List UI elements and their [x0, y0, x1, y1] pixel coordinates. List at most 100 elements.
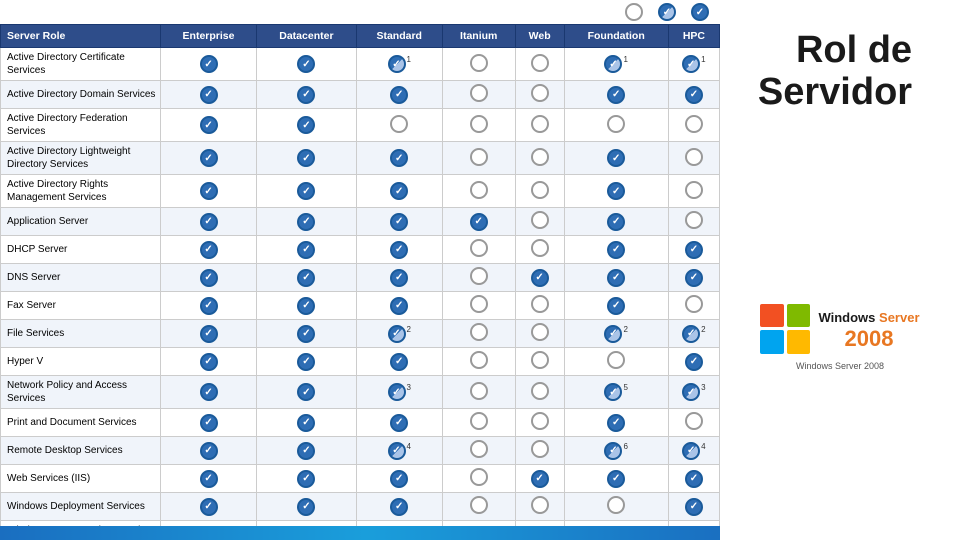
cell-standard: [356, 208, 442, 236]
col-web: Web: [515, 25, 564, 48]
cell-enterprise: [161, 109, 257, 142]
table-header-row: Server Role Enterprise Datacenter Standa…: [1, 25, 720, 48]
cell-standard: 4: [356, 437, 442, 465]
cell-itanium: [442, 175, 515, 208]
cell-itanium: [442, 142, 515, 175]
cell-datacenter: [257, 348, 357, 376]
cell-standard: [356, 109, 442, 142]
cell-enterprise: [161, 264, 257, 292]
cell-foundation: [564, 208, 668, 236]
cell-itanium: [442, 264, 515, 292]
col-hpc: HPC: [668, 25, 719, 48]
cell-foundation: 2: [564, 320, 668, 348]
cell-role: Active Directory Rights Management Servi…: [1, 175, 161, 208]
table-row: Hyper V: [1, 348, 720, 376]
table-row: File Services222: [1, 320, 720, 348]
cell-enterprise: [161, 236, 257, 264]
right-section: Rol de Servidor Windows Server 2008 W: [720, 0, 960, 540]
cell-web: [515, 437, 564, 465]
cell-standard: [356, 348, 442, 376]
cell-foundation: [564, 493, 668, 521]
col-server-role: Server Role: [1, 25, 161, 48]
table-row: Remote Desktop Services464: [1, 437, 720, 465]
cell-web: [515, 493, 564, 521]
cell-web: [515, 376, 564, 409]
cell-standard: [356, 81, 442, 109]
table-row: Active Directory Lightweight Directory S…: [1, 142, 720, 175]
table-row: Active Directory Certificate Services111: [1, 48, 720, 81]
cell-enterprise: [161, 48, 257, 81]
cell-itanium: [442, 465, 515, 493]
key-partial-icon: [658, 3, 676, 21]
cell-datacenter: [257, 264, 357, 292]
cell-role: Hyper V: [1, 348, 161, 376]
cell-role: Web Services (IIS): [1, 465, 161, 493]
cell-web: [515, 409, 564, 437]
cell-role: Active Directory Federation Services: [1, 109, 161, 142]
cell-itanium: [442, 48, 515, 81]
cell-hpc: [668, 493, 719, 521]
cell-standard: [356, 465, 442, 493]
cell-hpc: [668, 264, 719, 292]
cell-web: [515, 175, 564, 208]
table-row: DNS Server: [1, 264, 720, 292]
cell-datacenter: [257, 142, 357, 175]
cell-itanium: [442, 348, 515, 376]
cell-foundation: 5: [564, 376, 668, 409]
cell-web: [515, 109, 564, 142]
cell-datacenter: [257, 437, 357, 465]
cell-foundation: [564, 142, 668, 175]
cell-role: Active Directory Lightweight Directory S…: [1, 142, 161, 175]
cell-datacenter: [257, 493, 357, 521]
key-not-available: [625, 3, 646, 21]
col-standard: Standard: [356, 25, 442, 48]
key-partial: [658, 3, 679, 21]
cell-datacenter: [257, 236, 357, 264]
cell-hpc: [668, 81, 719, 109]
windows-name: Windows: [818, 310, 875, 325]
cell-itanium: [442, 320, 515, 348]
cell-hpc: [668, 236, 719, 264]
cell-web: [515, 264, 564, 292]
cell-datacenter: [257, 48, 357, 81]
cell-hpc: [668, 348, 719, 376]
windows-logo: Windows Server 2008 Windows Server 2008: [750, 294, 929, 381]
cell-hpc: 2: [668, 320, 719, 348]
cell-standard: [356, 264, 442, 292]
cell-itanium: [442, 409, 515, 437]
cell-enterprise: [161, 437, 257, 465]
cell-foundation: [564, 109, 668, 142]
cell-foundation: [564, 236, 668, 264]
cell-web: [515, 348, 564, 376]
cell-web: [515, 292, 564, 320]
cell-role: DNS Server: [1, 264, 161, 292]
server-label: Server: [879, 310, 919, 325]
cell-itanium: [442, 292, 515, 320]
table-row: Network Policy and Access Services353: [1, 376, 720, 409]
cell-web: [515, 48, 564, 81]
col-foundation: Foundation: [564, 25, 668, 48]
table-row: Active Directory Domain Services: [1, 81, 720, 109]
cell-enterprise: [161, 465, 257, 493]
cell-role: Application Server: [1, 208, 161, 236]
key-full: [691, 3, 712, 21]
cell-itanium: [442, 437, 515, 465]
table-row: Active Directory Federation Services: [1, 109, 720, 142]
cell-foundation: 6: [564, 437, 668, 465]
cell-standard: [356, 409, 442, 437]
table-row: Print and Document Services: [1, 409, 720, 437]
cell-web: [515, 236, 564, 264]
cell-datacenter: [257, 465, 357, 493]
key-full-icon: [691, 3, 709, 21]
col-itanium: Itanium: [442, 25, 515, 48]
cell-enterprise: [161, 409, 257, 437]
table-row: Active Directory Rights Management Servi…: [1, 175, 720, 208]
cell-web: [515, 320, 564, 348]
cell-role: Active Directory Certificate Services: [1, 48, 161, 81]
cell-standard: [356, 142, 442, 175]
cell-enterprise: [161, 292, 257, 320]
table-row: Windows Deployment Services: [1, 493, 720, 521]
cell-itanium: [442, 236, 515, 264]
server-roles-table: Server Role Enterprise Datacenter Standa…: [0, 24, 720, 540]
cell-web: [515, 81, 564, 109]
